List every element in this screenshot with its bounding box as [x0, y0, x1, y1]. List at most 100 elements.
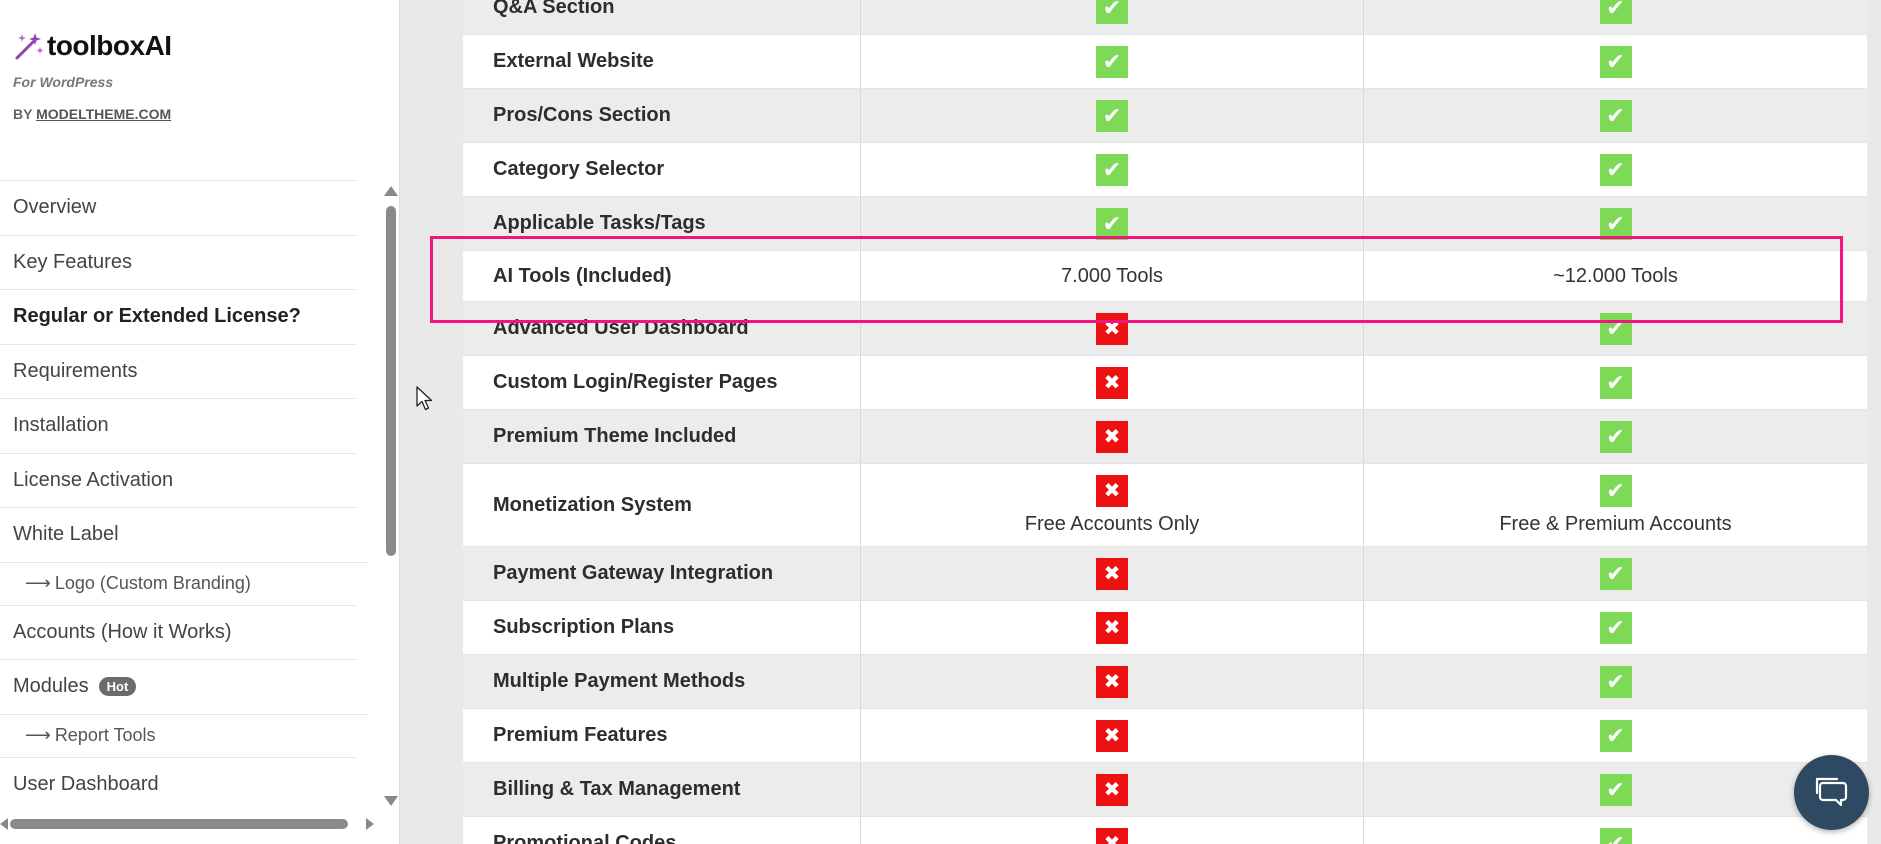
x-icon: ✖ — [1096, 773, 1128, 806]
feature-name: Multiple Payment Methods — [463, 655, 861, 708]
feature-name: Subscription Plans — [463, 601, 861, 654]
sidebar-item-user-dashboard[interactable]: User Dashboard — [0, 756, 356, 812]
sidebar-item-license-activation[interactable]: License Activation — [0, 452, 356, 508]
sidebar-subitem-report-tools[interactable]: ⟶ Report Tools — [0, 713, 368, 757]
sidebar-horizontal-scrollbar[interactable] — [0, 814, 390, 834]
table-row: Category Selector ✔ ✔ — [463, 143, 1867, 197]
table-row: Premium Features ✖ ✔ — [463, 709, 1867, 763]
check-icon: ✔ — [1599, 719, 1632, 752]
extended-cell: ✔ — [1364, 89, 1867, 142]
regular-cell: ✖ — [861, 601, 1364, 654]
sidebar-item-label: Requirements — [13, 359, 138, 382]
modeltheme-link[interactable]: MODELTHEME.COM — [36, 106, 171, 122]
sidebar-item-label: Overview — [13, 196, 97, 219]
scrollbar-thumb[interactable] — [386, 206, 396, 556]
sidebar-vertical-scrollbar[interactable] — [384, 186, 398, 806]
scroll-left-arrow-icon[interactable] — [0, 818, 8, 830]
scroll-up-arrow-icon[interactable] — [384, 186, 398, 196]
sidebar-subitem-logo[interactable]: ⟶ Logo (Custom Branding) — [0, 561, 368, 605]
regular-cell: ✔ — [861, 89, 1364, 142]
extended-cell: ✔ — [1364, 817, 1867, 844]
x-icon: ✖ — [1096, 719, 1128, 752]
sidebar-item-overview[interactable]: Overview — [0, 180, 356, 235]
sidebar-item-installation[interactable]: Installation — [0, 398, 356, 453]
scroll-down-arrow-icon[interactable] — [384, 796, 398, 806]
regular-cell: ✖ — [861, 655, 1364, 708]
sidebar-item-label: Modules — [13, 675, 89, 698]
check-icon: ✔ — [1599, 665, 1632, 698]
x-icon: ✖ — [1096, 474, 1128, 507]
mouse-cursor-icon — [416, 386, 433, 411]
brand-by-prefix: BY — [13, 106, 33, 122]
table-row: Payment Gateway Integration ✖ ✔ — [463, 547, 1867, 601]
sidebar-item-white-label[interactable]: White Label — [0, 507, 356, 562]
chat-button[interactable] — [1794, 755, 1869, 830]
brand-by: BY MODELTHEME.COM — [13, 106, 172, 122]
brand-subtitle: For WordPress — [13, 74, 114, 90]
logo[interactable]: toolboxAI — [13, 30, 172, 62]
x-icon: ✖ — [1096, 665, 1128, 698]
sidebar-item-key-features[interactable]: Key Features — [0, 234, 356, 290]
sidebar: toolboxAI For WordPress BY MODELTHEME.CO… — [0, 0, 400, 844]
arrow-right-icon: ⟶ — [25, 573, 51, 593]
extended-cell: ✔ — [1364, 709, 1867, 762]
scrollbar-thumb[interactable] — [10, 819, 348, 829]
sidebar-item-label: Logo (Custom Branding) — [54, 573, 251, 593]
check-icon: ✔ — [1599, 99, 1632, 132]
sidebar-item-label: Report Tools — [54, 725, 156, 745]
sidebar-item-label: Accounts (How it Works) — [13, 620, 232, 643]
x-icon: ✖ — [1096, 420, 1128, 453]
table-row: External Website ✔ ✔ — [463, 35, 1867, 89]
feature-name: Category Selector — [463, 143, 861, 196]
regular-cell: ✔ — [861, 0, 1364, 34]
brand-name: toolboxAI — [47, 30, 172, 61]
check-icon: ✔ — [1599, 45, 1632, 78]
check-icon: ✔ — [1599, 773, 1632, 806]
feature-name: Custom Login/Register Pages — [463, 356, 861, 409]
regular-cell: ✖ — [861, 709, 1364, 762]
check-icon: ✔ — [1096, 207, 1128, 240]
feature-name: Premium Theme Included — [463, 410, 861, 463]
extended-cell: ✔ — [1364, 655, 1867, 708]
sidebar-item-license[interactable]: Regular or Extended License? — [0, 289, 356, 344]
sidebar-nav: Overview Key Features Regular or Extende… — [0, 180, 368, 812]
feature-name: Q&A Section — [463, 0, 861, 34]
regular-cell: ✔ — [861, 35, 1364, 88]
check-icon: ✔ — [1599, 366, 1632, 399]
check-icon: ✔ — [1599, 557, 1632, 590]
sidebar-item-label: Key Features — [13, 250, 132, 273]
sidebar-item-modules[interactable]: Modules Hot — [0, 659, 356, 714]
license-comparison-table: Q&A Section ✔ ✔ External Website ✔ ✔ Pro… — [463, 0, 1867, 844]
check-icon: ✔ — [1599, 474, 1632, 507]
table-row: Subscription Plans ✖ ✔ — [463, 601, 1867, 655]
feature-name: Promotional Codes — [463, 817, 861, 844]
sidebar-item-requirements[interactable]: Requirements — [0, 343, 356, 399]
extended-cell: ✔ Free & Premium Accounts — [1364, 464, 1867, 546]
chat-icon — [1815, 777, 1847, 806]
regular-note: Free Accounts Only — [1024, 512, 1200, 535]
check-icon: ✔ — [1096, 153, 1128, 186]
sidebar-item-accounts[interactable]: Accounts (How it Works) — [0, 604, 356, 660]
check-icon: ✔ — [1599, 207, 1632, 240]
table-row: Premium Theme Included ✖ ✔ — [463, 410, 1867, 464]
table-row: Pros/Cons Section ✔ ✔ — [463, 89, 1867, 143]
extended-cell: ✔ — [1364, 763, 1867, 816]
magic-wand-icon — [15, 33, 44, 60]
feature-name: External Website — [463, 35, 861, 88]
sidebar-item-label: License Activation — [13, 468, 174, 491]
extended-cell: ✔ — [1364, 601, 1867, 654]
sidebar-item-label: Installation — [13, 414, 109, 437]
regular-cell: ✖ Free Accounts Only — [861, 464, 1364, 546]
x-icon: ✖ — [1096, 366, 1128, 399]
feature-name: Pros/Cons Section — [463, 89, 861, 142]
check-icon: ✔ — [1096, 45, 1128, 78]
check-icon: ✔ — [1599, 0, 1632, 24]
regular-cell: ✖ — [861, 547, 1364, 600]
regular-cell: ✖ — [861, 763, 1364, 816]
scroll-right-arrow-icon[interactable] — [366, 818, 374, 830]
feature-name: Premium Features — [463, 709, 861, 762]
extended-cell: ✔ — [1364, 35, 1867, 88]
highlight-box — [430, 236, 1843, 323]
check-icon: ✔ — [1096, 0, 1128, 24]
feature-name: Payment Gateway Integration — [463, 547, 861, 600]
